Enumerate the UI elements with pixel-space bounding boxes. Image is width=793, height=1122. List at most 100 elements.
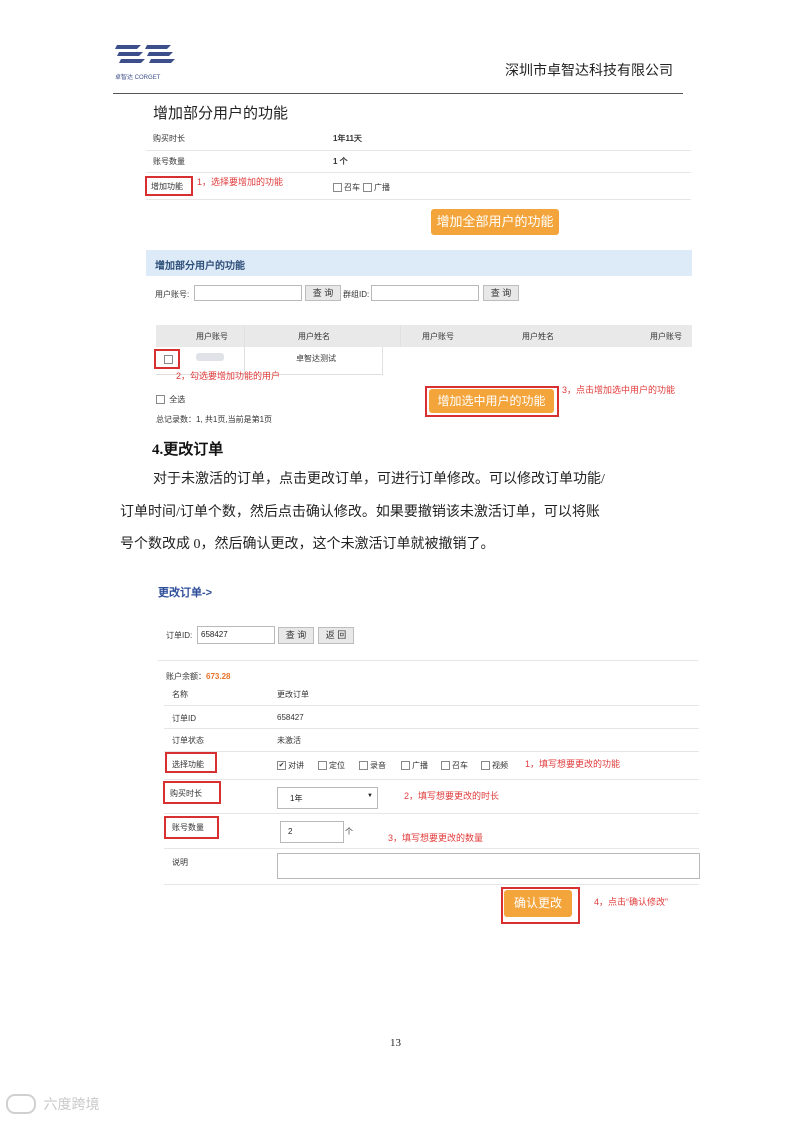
feature-checkbox-record[interactable]: 录音: [359, 760, 386, 771]
user-name-cell: 卓智达测试: [296, 354, 336, 363]
query-button[interactable]: 查 询: [278, 627, 314, 644]
panel-title: 增加部分用户的功能: [155, 261, 245, 272]
order-id-row-label: 订单ID: [172, 714, 196, 723]
description-label: 说明: [172, 858, 188, 867]
annotation-step2: 2，勾选要增加功能的用户: [176, 371, 281, 381]
row-divider: [164, 705, 699, 706]
feature-checkbox-video[interactable]: 视频: [481, 760, 508, 771]
user-account-input[interactable]: [194, 285, 302, 301]
duration-value: 1年: [290, 794, 303, 803]
column-divider: [382, 347, 383, 375]
query-button-group[interactable]: 查 询: [483, 285, 519, 301]
row-divider: [158, 660, 698, 661]
column-header: 用户姓名: [298, 332, 330, 341]
annotation-step4: 4，点击“确认修改”: [594, 897, 668, 907]
blurred-account: [196, 353, 224, 361]
checkbox-checked-icon: [277, 761, 286, 771]
order-id-row-value: 658427: [277, 713, 304, 722]
feature-checkbox-broadcast[interactable]: 广播: [401, 760, 428, 771]
feature-checkbox-location[interactable]: 定位: [318, 760, 345, 771]
highlight-box: [145, 176, 193, 196]
order-id-label: 订单ID:: [166, 631, 193, 640]
row-divider: [146, 199, 691, 200]
checkbox-icon: [333, 183, 342, 193]
change-order-title: 更改订单->: [158, 587, 213, 599]
name-label: 名称: [172, 690, 188, 699]
add-all-users-feature-button[interactable]: 增加全部用户的功能: [431, 209, 559, 235]
row-divider: [164, 813, 699, 814]
back-button[interactable]: 返 回: [318, 627, 354, 644]
feature-checkbox-call-car[interactable]: 召车: [333, 182, 360, 193]
record-summary: 总记录数：1, 共1页,当前是第1页: [156, 415, 273, 424]
feature-checkbox-call-car[interactable]: 召车: [441, 760, 468, 771]
checkbox-icon: [156, 395, 165, 405]
query-button[interactable]: 查 询: [305, 285, 341, 301]
company-logo: 卓智达 CORGET: [115, 42, 175, 81]
company-name: 深圳市卓智达科技有限公司: [505, 64, 673, 79]
header-divider: [113, 93, 683, 94]
checkbox-icon: [441, 761, 450, 771]
account-count-input[interactable]: 2: [280, 821, 344, 843]
row-divider: [146, 172, 691, 173]
watermark: 六度跨境: [6, 1094, 116, 1116]
paragraph-line: 对于未激活的订单，点击更改订单，可进行订单修改。可以修改订单功能/: [153, 472, 605, 487]
section1-title: 增加部分用户的功能: [153, 105, 289, 122]
name-value: 更改订单: [277, 690, 309, 699]
duration-label: 购买时长: [153, 134, 185, 143]
user-account-label: 用户账号:: [155, 290, 190, 299]
highlight-box: [425, 386, 559, 417]
order-id-input[interactable]: 658427: [197, 626, 275, 644]
highlight-box: [501, 887, 580, 924]
order-id-value: 658427: [201, 630, 228, 639]
row-divider: [164, 728, 699, 729]
group-id-input[interactable]: [371, 285, 479, 301]
annotation-step2: 2，填写想要更改的时长: [404, 791, 500, 801]
account-count-value: 2: [288, 827, 293, 836]
order-status-value: 未激活: [277, 736, 301, 745]
group-id-label: 群组ID:: [343, 290, 370, 299]
feature-checkbox-talk[interactable]: 对讲: [277, 760, 304, 771]
page-number: 13: [390, 1037, 401, 1049]
annotation-step3: 3，填写想要更改的数量: [388, 833, 484, 843]
row-divider: [146, 150, 691, 151]
annotation-step1: 1，选择要增加的功能: [197, 177, 284, 187]
watermark-text: 六度跨境: [43, 1096, 100, 1112]
description-input[interactable]: [277, 853, 700, 879]
column-header: 用户账号: [422, 332, 454, 341]
account-count-label: 账号数量: [153, 157, 185, 166]
column-header: 用户账号: [196, 332, 228, 341]
column-divider: [400, 325, 401, 347]
paragraph-line: 号个数改成 0，然后确认更改，这个未激活订单就被撤销了。: [120, 537, 495, 552]
checkbox-icon: [481, 761, 490, 771]
select-all-checkbox[interactable]: 全选: [156, 394, 185, 405]
duration-select[interactable]: 1年 ▼: [277, 787, 378, 809]
feature-checkbox-broadcast[interactable]: 广播: [363, 182, 390, 193]
logo-text: 卓智达 CORGET: [115, 75, 161, 81]
count-unit: 个: [345, 827, 353, 836]
balance-value: 673.28: [206, 672, 231, 681]
row-divider: [164, 884, 699, 885]
annotation-step3: 3，点击增加选中用户的功能: [562, 385, 676, 395]
highlight-box: [154, 349, 180, 369]
order-status-label: 订单状态: [172, 736, 204, 745]
checkbox-icon: [318, 761, 327, 771]
checkbox-icon: [401, 761, 410, 771]
highlight-box: [164, 816, 219, 839]
balance-label: 账户余额：: [166, 672, 206, 681]
row-divider: [164, 779, 699, 780]
paragraph-line: 订单时间/订单个数，然后点击确认修改。如果要撤销该未激活订单，可以将账: [120, 505, 600, 520]
watermark-logo-icon: [6, 1094, 36, 1114]
row-divider: [164, 751, 699, 752]
column-header: 用户账号: [650, 332, 682, 341]
highlight-box: [165, 752, 217, 773]
column-header: 用户姓名: [522, 332, 554, 341]
highlight-box: [163, 781, 221, 804]
annotation-step1: 1，填写想要更改的功能: [525, 759, 621, 769]
row-divider: [164, 848, 699, 849]
duration-value: 1年11天: [333, 134, 362, 143]
checkbox-icon: [363, 183, 372, 193]
balance: 账户余额：673.28: [166, 671, 230, 682]
account-count-value: 1 个: [333, 157, 348, 166]
checkbox-icon: [359, 761, 368, 771]
dropdown-arrow-icon: ▼: [367, 793, 373, 799]
